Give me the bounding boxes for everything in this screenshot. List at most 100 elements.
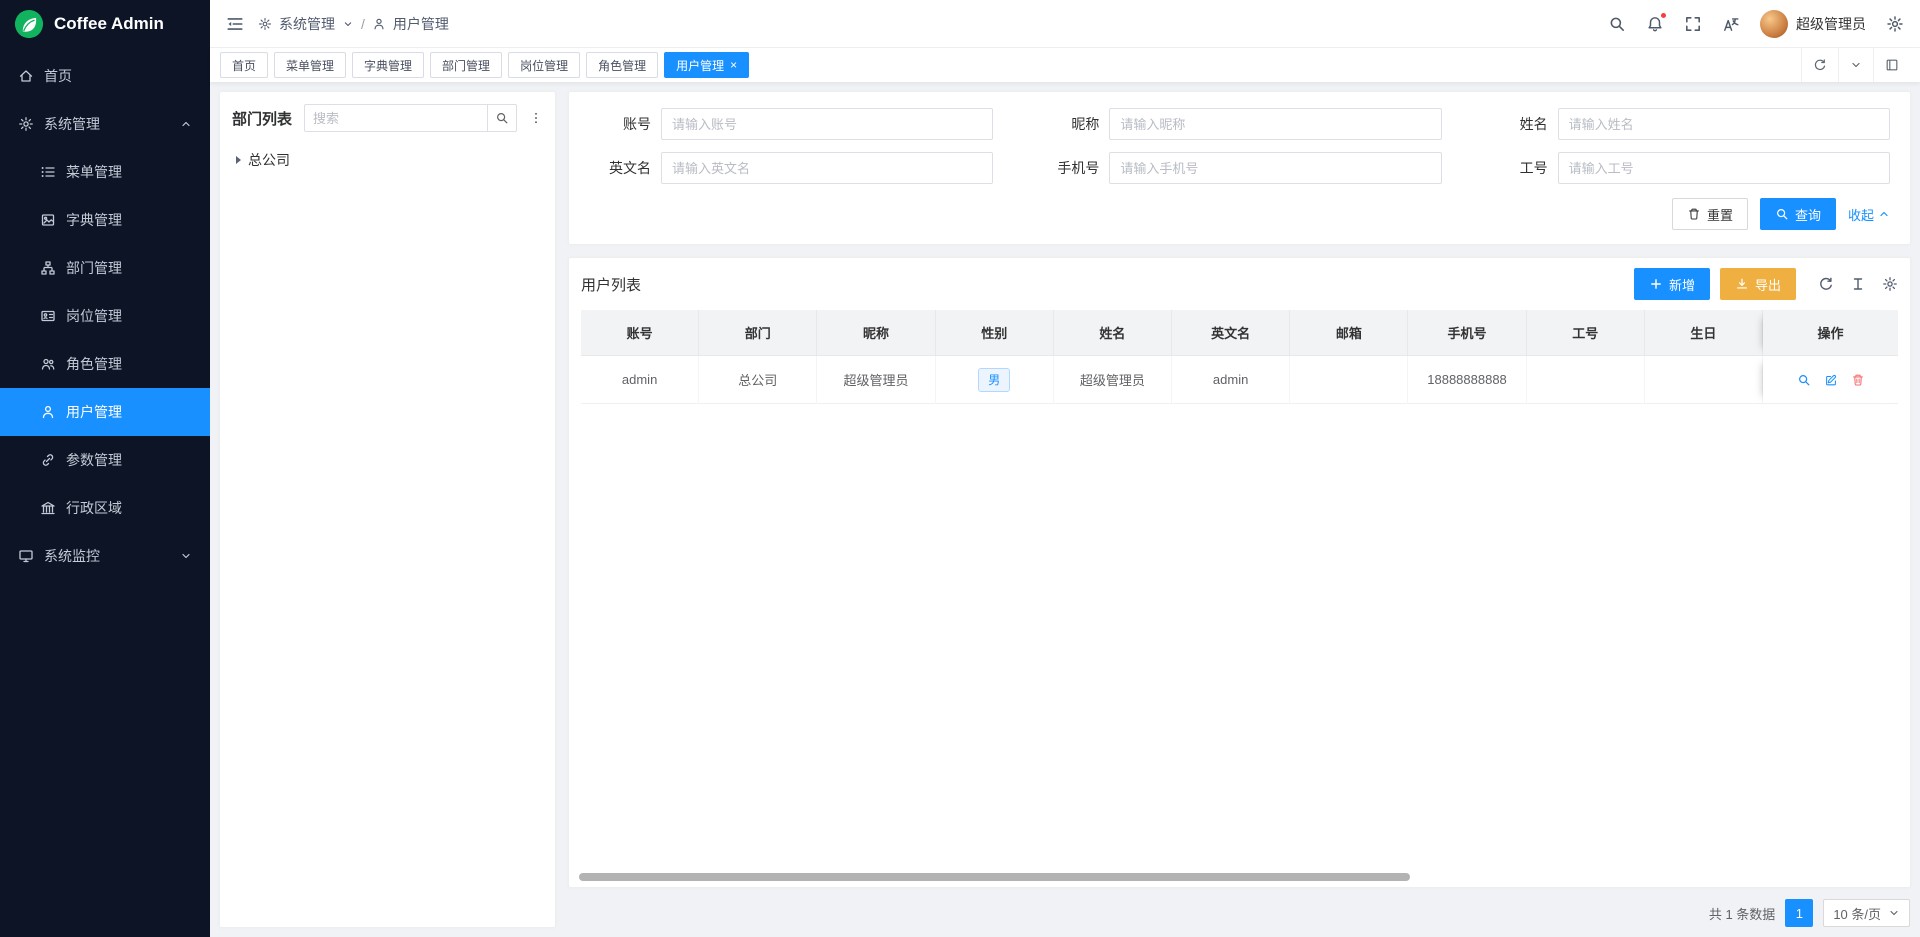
- search-icon[interactable]: [1608, 15, 1626, 33]
- page-number-button[interactable]: 1: [1785, 899, 1813, 927]
- column-header-gender: 性别: [936, 310, 1054, 356]
- sidebar: Coffee Admin 首页 系统管理 菜单管理 字典管理: [0, 0, 210, 937]
- tab-menu-management[interactable]: 菜单管理: [274, 52, 346, 78]
- notification-dot: [1660, 12, 1667, 19]
- refresh-icon[interactable]: [1801, 48, 1838, 82]
- breadcrumb-page: 用户管理: [393, 14, 449, 34]
- sidebar-item-post-management[interactable]: 岗位管理: [0, 292, 210, 340]
- sidebar-item-label: 角色管理: [66, 354, 122, 374]
- notification-bell-icon[interactable]: [1646, 15, 1664, 33]
- search-icon: [495, 111, 509, 125]
- field-label: 手机号: [1037, 158, 1099, 178]
- translate-icon[interactable]: [1722, 15, 1740, 33]
- tab-post-management[interactable]: 岗位管理: [508, 52, 580, 78]
- reset-button[interactable]: 重置: [1672, 198, 1748, 230]
- tabbar: 首页 菜单管理 字典管理 部门管理 岗位管理 角色管理 用户管理 ×: [210, 48, 1920, 82]
- user-menu[interactable]: 超级管理员: [1760, 10, 1866, 38]
- cell-department: 总公司: [699, 356, 817, 404]
- tab-role-management[interactable]: 角色管理: [586, 52, 658, 78]
- pagination-total: 共 1 条数据: [1709, 904, 1775, 923]
- main-area: 系统管理 / 用户管理 超级管理员: [210, 0, 1920, 937]
- sidebar-item-system-monitor[interactable]: 系统监控: [0, 532, 210, 580]
- sidebar-item-label: 行政区域: [66, 498, 122, 518]
- sidebar-item-department-management[interactable]: 部门管理: [0, 244, 210, 292]
- cell-operations: [1763, 356, 1898, 404]
- layout-expand-icon[interactable]: [1873, 48, 1910, 82]
- delete-icon[interactable]: [1851, 373, 1865, 387]
- coffee-logo-icon: [14, 9, 44, 39]
- bank-icon: [40, 500, 56, 516]
- collapse-link-label: 收起: [1848, 205, 1874, 224]
- tab-label: 岗位管理: [520, 57, 568, 74]
- sidebar-item-label: 岗位管理: [66, 306, 122, 326]
- tab-department-management[interactable]: 部门管理: [430, 52, 502, 78]
- sidebar-item-parameter-management[interactable]: 参数管理: [0, 436, 210, 484]
- sidebar-item-dictionary-management[interactable]: 字典管理: [0, 196, 210, 244]
- form-actions: 重置 查询 收起: [589, 198, 1890, 230]
- more-options-icon[interactable]: [529, 111, 543, 125]
- username: 超级管理员: [1796, 14, 1866, 34]
- department-panel: 部门列表 总公司: [220, 92, 555, 927]
- table-row[interactable]: admin 总公司 超级管理员 男 超级管理员 admin 1888888888…: [581, 356, 1898, 404]
- topbar: 系统管理 / 用户管理 超级管理员: [210, 0, 1920, 48]
- tab-user-management[interactable]: 用户管理 ×: [664, 52, 749, 78]
- horizontal-scrollbar[interactable]: [579, 873, 1410, 881]
- fullscreen-icon[interactable]: [1684, 15, 1702, 33]
- pagination: 共 1 条数据 1 10 条/页: [569, 899, 1910, 927]
- view-details-icon[interactable]: [1797, 373, 1811, 387]
- gender-tag: 男: [978, 368, 1010, 392]
- chevron-up-icon: [1878, 208, 1890, 220]
- tree-node-head-office[interactable]: 总公司: [232, 146, 543, 174]
- column-header-nickname: 昵称: [817, 310, 935, 356]
- breadcrumb-section[interactable]: 系统管理: [279, 14, 335, 34]
- account-input[interactable]: [661, 108, 993, 140]
- breadcrumb-separator: /: [361, 16, 365, 32]
- tree-node-label: 总公司: [248, 150, 290, 170]
- query-button[interactable]: 查询: [1760, 198, 1836, 230]
- search-icon: [1775, 207, 1789, 221]
- gear-icon: [258, 17, 272, 31]
- content: 部门列表 总公司: [210, 82, 1920, 937]
- tab-options-chevron-icon[interactable]: [1838, 48, 1873, 82]
- phone-input[interactable]: [1109, 152, 1441, 184]
- sidebar-item-user-management[interactable]: 用户管理: [0, 388, 210, 436]
- refresh-icon[interactable]: [1818, 276, 1834, 292]
- tab-close-icon[interactable]: ×: [730, 59, 737, 71]
- page-size-select[interactable]: 10 条/页: [1823, 899, 1910, 927]
- sidebar-item-system-management[interactable]: 系统管理: [0, 100, 210, 148]
- sidebar-item-menu-management[interactable]: 菜单管理: [0, 148, 210, 196]
- column-header-department: 部门: [699, 310, 817, 356]
- tab-home[interactable]: 首页: [220, 52, 268, 78]
- tab-label: 角色管理: [598, 57, 646, 74]
- collapse-link[interactable]: 收起: [1848, 205, 1890, 224]
- form-item-english-name: 英文名: [589, 152, 993, 184]
- caret-right-icon[interactable]: [236, 156, 241, 164]
- form-item-name: 姓名: [1486, 108, 1890, 140]
- sidebar-item-label: 用户管理: [66, 402, 122, 422]
- sidebar-collapse-icon[interactable]: [226, 15, 244, 33]
- nickname-input[interactable]: [1109, 108, 1441, 140]
- add-user-button[interactable]: 新增: [1634, 268, 1710, 300]
- english-name-input[interactable]: [661, 152, 993, 184]
- chevron-up-icon: [180, 118, 192, 130]
- sidebar-item-label: 首页: [44, 66, 72, 86]
- department-search-button[interactable]: [487, 104, 517, 132]
- cell-english-name: admin: [1172, 356, 1290, 404]
- settings-gear-icon[interactable]: [1886, 15, 1904, 33]
- sidebar-item-administrative-region[interactable]: 行政区域: [0, 484, 210, 532]
- edit-icon[interactable]: [1824, 373, 1838, 387]
- tab-dictionary-management[interactable]: 字典管理: [352, 52, 424, 78]
- tab-label: 字典管理: [364, 57, 412, 74]
- name-input[interactable]: [1558, 108, 1890, 140]
- export-button[interactable]: 导出: [1720, 268, 1796, 300]
- field-label: 工号: [1486, 158, 1548, 178]
- work-no-input[interactable]: [1558, 152, 1890, 184]
- topbar-actions: 超级管理员: [1608, 10, 1904, 38]
- column-settings-gear-icon[interactable]: [1882, 276, 1898, 292]
- org-chart-icon: [40, 260, 56, 276]
- sidebar-item-role-management[interactable]: 角色管理: [0, 340, 210, 388]
- sidebar-item-home[interactable]: 首页: [0, 52, 210, 100]
- density-icon[interactable]: [1850, 276, 1866, 292]
- tab-label: 菜单管理: [286, 57, 334, 74]
- department-search-input[interactable]: [304, 104, 487, 132]
